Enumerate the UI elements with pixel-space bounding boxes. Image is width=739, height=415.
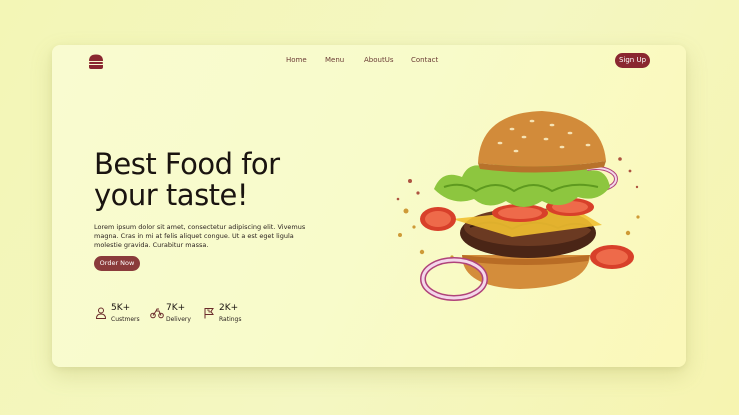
- main-nav: Home Menu AboutUs Contact: [52, 56, 686, 68]
- bike-icon: [150, 308, 164, 319]
- hero-title-line1: Best Food for: [94, 147, 280, 181]
- nav-aboutus-link[interactable]: AboutUs: [364, 56, 393, 64]
- stat-delivery-label: Delivery: [166, 316, 191, 323]
- nav-home-link[interactable]: Home: [286, 56, 307, 64]
- stat-ratings-label: Ratings: [219, 316, 242, 323]
- stat-customers-label: Custmers: [111, 316, 140, 323]
- nav-menu-link[interactable]: Menu: [325, 56, 344, 64]
- hero-description: Lorem ipsum dolor sit amet, consectetur …: [94, 223, 306, 249]
- flag-icon: [204, 308, 214, 319]
- landing-card: Home Menu AboutUs Contact Sign Up Best F…: [52, 45, 686, 367]
- burger-image: [396, 111, 640, 301]
- hero-title: Best Food for your taste!: [94, 149, 344, 211]
- user-icon: [95, 307, 107, 319]
- stat-customers-value: 5K+: [111, 303, 131, 313]
- order-now-button[interactable]: Order Now: [94, 256, 140, 271]
- signup-button[interactable]: Sign Up: [615, 53, 650, 68]
- stat-delivery-value: 7K+: [166, 303, 186, 313]
- nav-contact-link[interactable]: Contact: [411, 56, 438, 64]
- hero-title-line2: your taste!: [94, 178, 249, 212]
- stat-ratings-value: 2K+: [219, 303, 239, 313]
